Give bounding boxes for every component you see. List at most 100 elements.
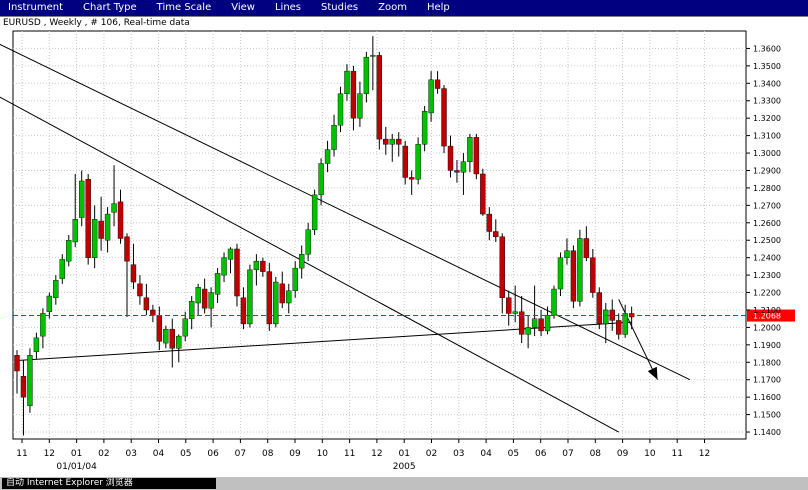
candle-down[interactable] (590, 257, 596, 293)
candle-down[interactable] (85, 179, 91, 258)
candle-up[interactable] (525, 327, 531, 335)
candle-up[interactable] (370, 55, 376, 57)
candle-up[interactable] (357, 93, 363, 119)
candle-up[interactable] (415, 144, 421, 180)
candle-up[interactable] (298, 253, 305, 269)
menu-help[interactable]: Help (419, 0, 450, 16)
candle-up[interactable] (91, 219, 98, 258)
candle-up[interactable] (195, 287, 201, 304)
candle-down[interactable] (538, 318, 544, 332)
candle-up[interactable] (305, 229, 311, 255)
menu-studies[interactable]: Studies (313, 0, 358, 16)
candle-up[interactable] (163, 328, 169, 344)
candle-down[interactable] (473, 137, 480, 175)
candle-up[interactable] (564, 250, 570, 258)
candle-down[interactable] (499, 236, 505, 298)
menu-zoom[interactable]: Zoom (370, 0, 407, 16)
candle-up[interactable] (72, 219, 78, 243)
menu-chart-type[interactable]: Chart Type (75, 0, 137, 16)
menu-lines[interactable]: Lines (267, 0, 301, 16)
candle-down[interactable] (570, 250, 577, 302)
candle-up[interactable] (27, 355, 33, 407)
candle-up[interactable] (214, 273, 221, 295)
candle-down[interactable] (506, 297, 512, 314)
candle-up[interactable] (78, 180, 85, 218)
candle-up[interactable] (221, 257, 227, 276)
candle-down[interactable] (14, 355, 20, 372)
candle-down[interactable] (402, 145, 408, 178)
candle-down[interactable] (493, 231, 499, 237)
candle-up[interactable] (292, 267, 298, 291)
candle-up[interactable] (227, 248, 234, 260)
candle-down[interactable] (396, 138, 402, 145)
candle-up[interactable] (324, 149, 331, 164)
candle-up[interactable] (551, 288, 557, 316)
candle-up[interactable] (389, 138, 395, 145)
candle-up[interactable] (273, 281, 279, 325)
candle-up[interactable] (460, 161, 467, 173)
candle-down[interactable] (260, 260, 266, 272)
menu-instrument[interactable]: Instrument (0, 0, 63, 16)
candle-up[interactable] (421, 111, 428, 145)
candle-down[interactable] (279, 283, 285, 304)
candle-down[interactable] (447, 145, 454, 171)
candle-up[interactable] (40, 313, 46, 337)
candle-down[interactable] (408, 177, 415, 180)
candle-down[interactable] (201, 288, 208, 309)
candle-up[interactable] (53, 280, 59, 298)
candle-down[interactable] (20, 376, 27, 398)
candle-up[interactable] (344, 70, 350, 94)
candle-down[interactable] (266, 271, 273, 325)
menu-time-scale[interactable]: Time Scale (149, 0, 212, 16)
candle-up[interactable] (66, 240, 72, 262)
candle-up[interactable] (363, 56, 370, 94)
candle-up[interactable] (512, 311, 518, 314)
candle-down[interactable] (596, 292, 602, 325)
candle-down[interactable] (240, 297, 247, 325)
candle-up[interactable] (544, 315, 551, 332)
candle-down[interactable] (383, 138, 389, 145)
candle-up[interactable] (622, 313, 628, 335)
candle-up[interactable] (557, 257, 564, 290)
candle-up[interactable] (33, 337, 40, 353)
candle-up[interactable] (104, 213, 111, 241)
candle-down[interactable] (616, 320, 622, 335)
candle-down[interactable] (434, 79, 441, 89)
candle-up[interactable] (603, 309, 609, 325)
candle-down[interactable] (124, 236, 130, 262)
chart-window[interactable]: 1.2068 1.1400 1.1500 1.1600 1.1700 1.1800 1.1… (0, 16, 808, 477)
candle-down[interactable] (117, 201, 124, 239)
candle-up[interactable] (176, 335, 182, 349)
candle-down[interactable] (234, 248, 240, 297)
candle-up[interactable] (208, 292, 214, 309)
candle-up[interactable] (577, 238, 583, 302)
candle-down[interactable] (583, 238, 590, 258)
candlestick-chart[interactable]: 1.2068 1.14001.15001.16001.17001.18001.1… (0, 17, 808, 477)
candle-down[interactable] (143, 297, 150, 311)
candle-up[interactable] (318, 163, 324, 196)
candle-down[interactable] (150, 309, 156, 316)
candle-up[interactable] (46, 295, 53, 312)
candle-down[interactable] (376, 55, 383, 140)
candle-up[interactable] (286, 290, 292, 304)
candle-down[interactable] (441, 88, 447, 147)
candle-up[interactable] (111, 203, 117, 213)
candle-up[interactable] (337, 93, 344, 126)
candle-down[interactable] (350, 70, 357, 119)
candle-up[interactable] (331, 124, 337, 150)
candle-down[interactable] (480, 173, 486, 215)
candle-down[interactable] (486, 213, 493, 232)
candle-up[interactable] (188, 301, 195, 319)
menu-view[interactable]: View (223, 0, 255, 16)
candle-up[interactable] (531, 318, 538, 328)
candle-up[interactable] (182, 318, 188, 337)
candle-up[interactable] (311, 194, 318, 230)
candle-up[interactable] (467, 137, 473, 162)
candle-down[interactable] (454, 170, 460, 173)
candle-down[interactable] (137, 283, 143, 297)
candle-up[interactable] (253, 260, 260, 271)
candle-up[interactable] (59, 259, 65, 279)
candle-down[interactable] (98, 220, 104, 239)
candle-down[interactable] (130, 264, 137, 283)
candle-down[interactable] (156, 315, 163, 342)
